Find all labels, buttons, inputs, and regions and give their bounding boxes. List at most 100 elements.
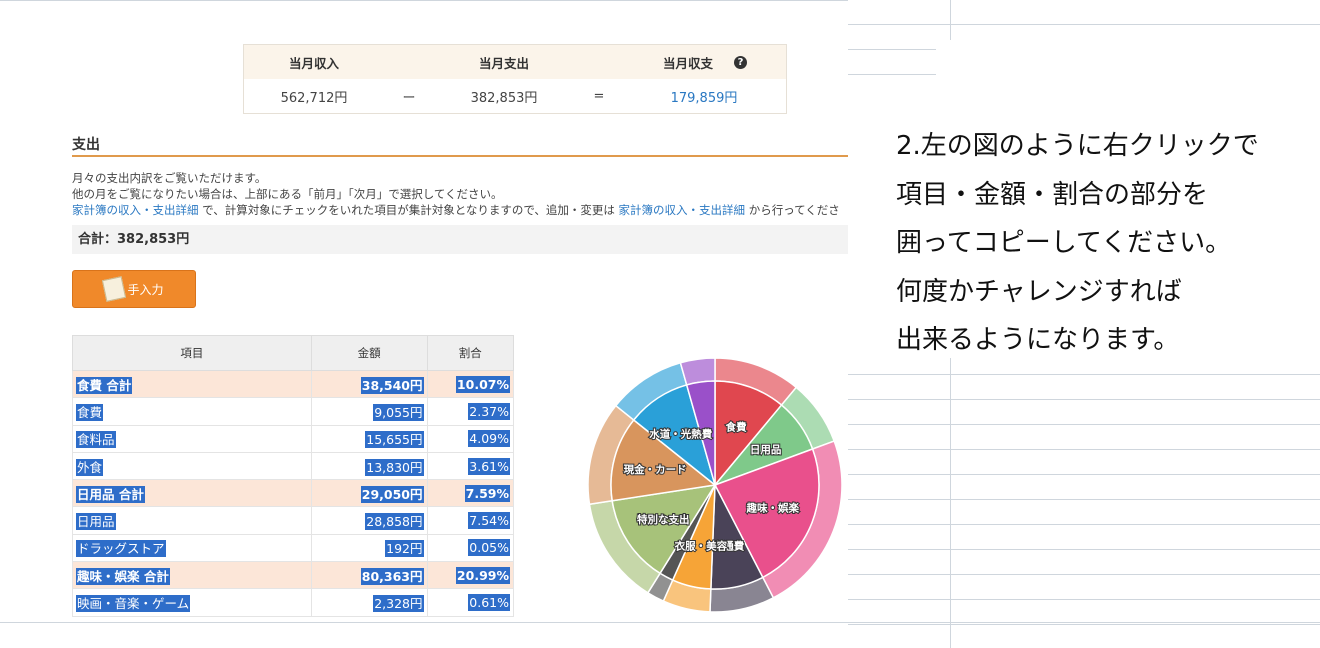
item-cell-text: 外食 (76, 458, 104, 476)
amount-cell[interactable]: 29,050円 (310, 479, 428, 508)
ratio-cell[interactable]: 7.54% (426, 506, 515, 535)
item-cell-text: 食料品 (76, 431, 116, 449)
item-cell[interactable]: 食料品 (72, 424, 312, 453)
amount-cell[interactable]: 38,540円 (310, 369, 428, 399)
description-tail: から行ってくださ (745, 203, 840, 217)
note-line-5: 出来るようになります。 (896, 325, 1180, 355)
amount-cell[interactable]: 15,655円 (310, 424, 428, 453)
amount-cell[interactable]: 9,055円 (310, 397, 428, 426)
income-label: 当月収入 (288, 55, 339, 71)
ratio-cell[interactable]: 2.37% (426, 397, 515, 426)
pie-slice-label: 日用品 (750, 444, 782, 456)
manual-entry-label: 手入力 (127, 282, 164, 297)
balance-label: 当月収支 (662, 55, 713, 71)
item-cell[interactable]: 日用品 (72, 506, 312, 535)
table-row: 趣味・娯楽 合計 80,363円 20.99% (72, 561, 515, 590)
item-cell[interactable]: ドラッグストア (72, 533, 312, 563)
ratio-cell-text: 7.59% (464, 484, 510, 502)
ratio-cell-text: 3.61% (468, 457, 510, 475)
amount-cell-text: 29,050円 (360, 485, 424, 503)
header-amount[interactable]: 金額 (310, 335, 428, 371)
ratio-cell[interactable]: 0.61% (426, 588, 515, 617)
table-row: 日用品 28,858円 7.54% (72, 506, 515, 535)
item-cell[interactable]: 映画・音楽・ゲーム (72, 588, 312, 617)
amount-cell[interactable]: 28,858円 (310, 506, 428, 535)
note-line-3: 囲ってコピーしてください。 (896, 228, 1232, 258)
description-middle: で、計算対象にチェックをいれた項目が集計対象となりますので、追加・変更は (198, 203, 619, 217)
amount-cell[interactable]: 2,328円 (310, 588, 428, 617)
summary-header: 当月収入 当月支出 当月収支 ? (244, 45, 786, 79)
amount-cell-text: 80,363円 (360, 567, 424, 585)
ratio-cell[interactable]: 0.05% (426, 533, 515, 563)
item-cell-text: 映画・音楽・ゲーム (76, 595, 191, 613)
equals-sign: = (593, 88, 605, 104)
amount-cell[interactable]: 80,363円 (310, 561, 428, 590)
item-cell[interactable]: 趣味・娯楽 合計 (72, 561, 312, 590)
amount-cell-text: 38,540円 (360, 376, 424, 394)
ratio-cell-text: 20.99% (455, 566, 510, 584)
description-line-3: 家計簿の収入・支出詳細 で、計算対象にチェックをいれた項目が集計対象となりますの… (72, 202, 848, 218)
section-divider (72, 155, 848, 157)
ratio-cell[interactable]: 4.09% (426, 424, 515, 453)
pie-slice-label: 現金・カード (624, 463, 687, 476)
summary-values: 562,712円 ー 382,853円 = 179,859円 (244, 79, 786, 113)
pie-slice-label: 趣味・娯楽 (746, 501, 800, 514)
item-cell-text: 食費 (76, 403, 104, 421)
ratio-cell[interactable]: 3.61% (426, 451, 515, 481)
ratio-cell[interactable]: 20.99% (426, 561, 515, 590)
table-row: 食料品 15,655円 4.09% (72, 424, 515, 453)
expense-table: 項目 金額 割合 食費 合計 38,540円 10.07% 食費 9,055円 2.37%… (72, 335, 515, 617)
item-cell[interactable]: 食費 合計 (72, 369, 312, 399)
minus-sign: ー (402, 90, 416, 106)
balance-value: 179,859円 (670, 90, 738, 106)
item-cell-text: 日用品 合計 (76, 485, 145, 503)
item-cell[interactable]: 日用品 合計 (72, 479, 312, 508)
amount-cell[interactable]: 192円 (310, 533, 428, 563)
instruction-note: 2.左の図のように右クリックで 項目・金額・割合の部分を 囲ってコピーしてくださ… (896, 122, 1316, 365)
header-item[interactable]: 項目 (72, 335, 312, 371)
detail-link[interactable]: 家計簿の収入・支出詳細 (72, 203, 199, 217)
pie-slice-label: 特別な支出 (637, 513, 690, 526)
help-icon[interactable]: ? (734, 56, 747, 69)
expense-total: 合計：382,853円 (72, 225, 848, 254)
item-cell-text: ドラッグストア (76, 540, 166, 558)
table-row: 外食 13,830円 3.61% (72, 451, 515, 481)
income-value: 562,712円 (280, 90, 348, 106)
table-row: 映画・音楽・ゲーム 2,328円 0.61% (72, 588, 515, 617)
section-title: 支出 (72, 137, 100, 153)
ratio-cell-text: 10.07% (455, 375, 510, 393)
table-header-row: 項目 金額 割合 (72, 335, 515, 371)
expense-value: 382,853円 (470, 90, 538, 106)
item-cell-text: 趣味・娯楽 合計 (76, 567, 170, 585)
item-cell-text: 日用品 (76, 513, 116, 531)
ratio-cell-text: 7.54% (468, 512, 510, 530)
pie-slice-label: 衣服・美容 (675, 539, 728, 552)
item-cell[interactable]: 食費 (72, 397, 312, 426)
table-row: 食費 9,055円 2.37% (72, 397, 515, 426)
ratio-cell[interactable]: 10.07% (426, 369, 515, 399)
table-row: 食費 合計 38,540円 10.07% (72, 369, 515, 399)
pie-slice-label: 食費 (725, 421, 747, 434)
header-ratio[interactable]: 割合 (426, 335, 515, 371)
note-line-2: 項目・金額・割合の部分を (896, 179, 1209, 210)
ratio-cell-text: 2.37% (468, 402, 510, 420)
amount-cell-text: 13,830円 (365, 458, 424, 476)
amount-cell[interactable]: 13,830円 (310, 451, 428, 481)
ratio-cell-text: 0.61% (468, 594, 510, 612)
pie-slice-label: 水道・光熱費 (648, 427, 712, 440)
table-row: ドラッグストア 192円 0.05% (72, 533, 515, 563)
item-cell[interactable]: 外食 (72, 451, 312, 481)
amount-cell-text: 9,055円 (373, 403, 424, 421)
amount-cell-text: 192円 (385, 540, 424, 558)
ratio-cell[interactable]: 7.59% (426, 479, 515, 508)
notepad-icon (102, 276, 127, 302)
ratio-cell-text: 0.05% (468, 539, 510, 557)
description-line-2: 他の月をご覧になりたい場合は、上部にある「前月」「次月」で選択してください。 (72, 187, 503, 201)
ratio-cell-text: 4.09% (468, 430, 510, 448)
expense-label: 当月支出 (478, 55, 529, 71)
note-line-4: 何度かチャレンジすれば (896, 276, 1182, 307)
bottom-border (0, 622, 1320, 623)
manual-entry-button[interactable]: 手入力 (72, 270, 196, 308)
amount-cell-text: 28,858円 (365, 513, 424, 531)
detail-link-2[interactable]: 家計簿の収入・支出詳細 (619, 203, 746, 217)
